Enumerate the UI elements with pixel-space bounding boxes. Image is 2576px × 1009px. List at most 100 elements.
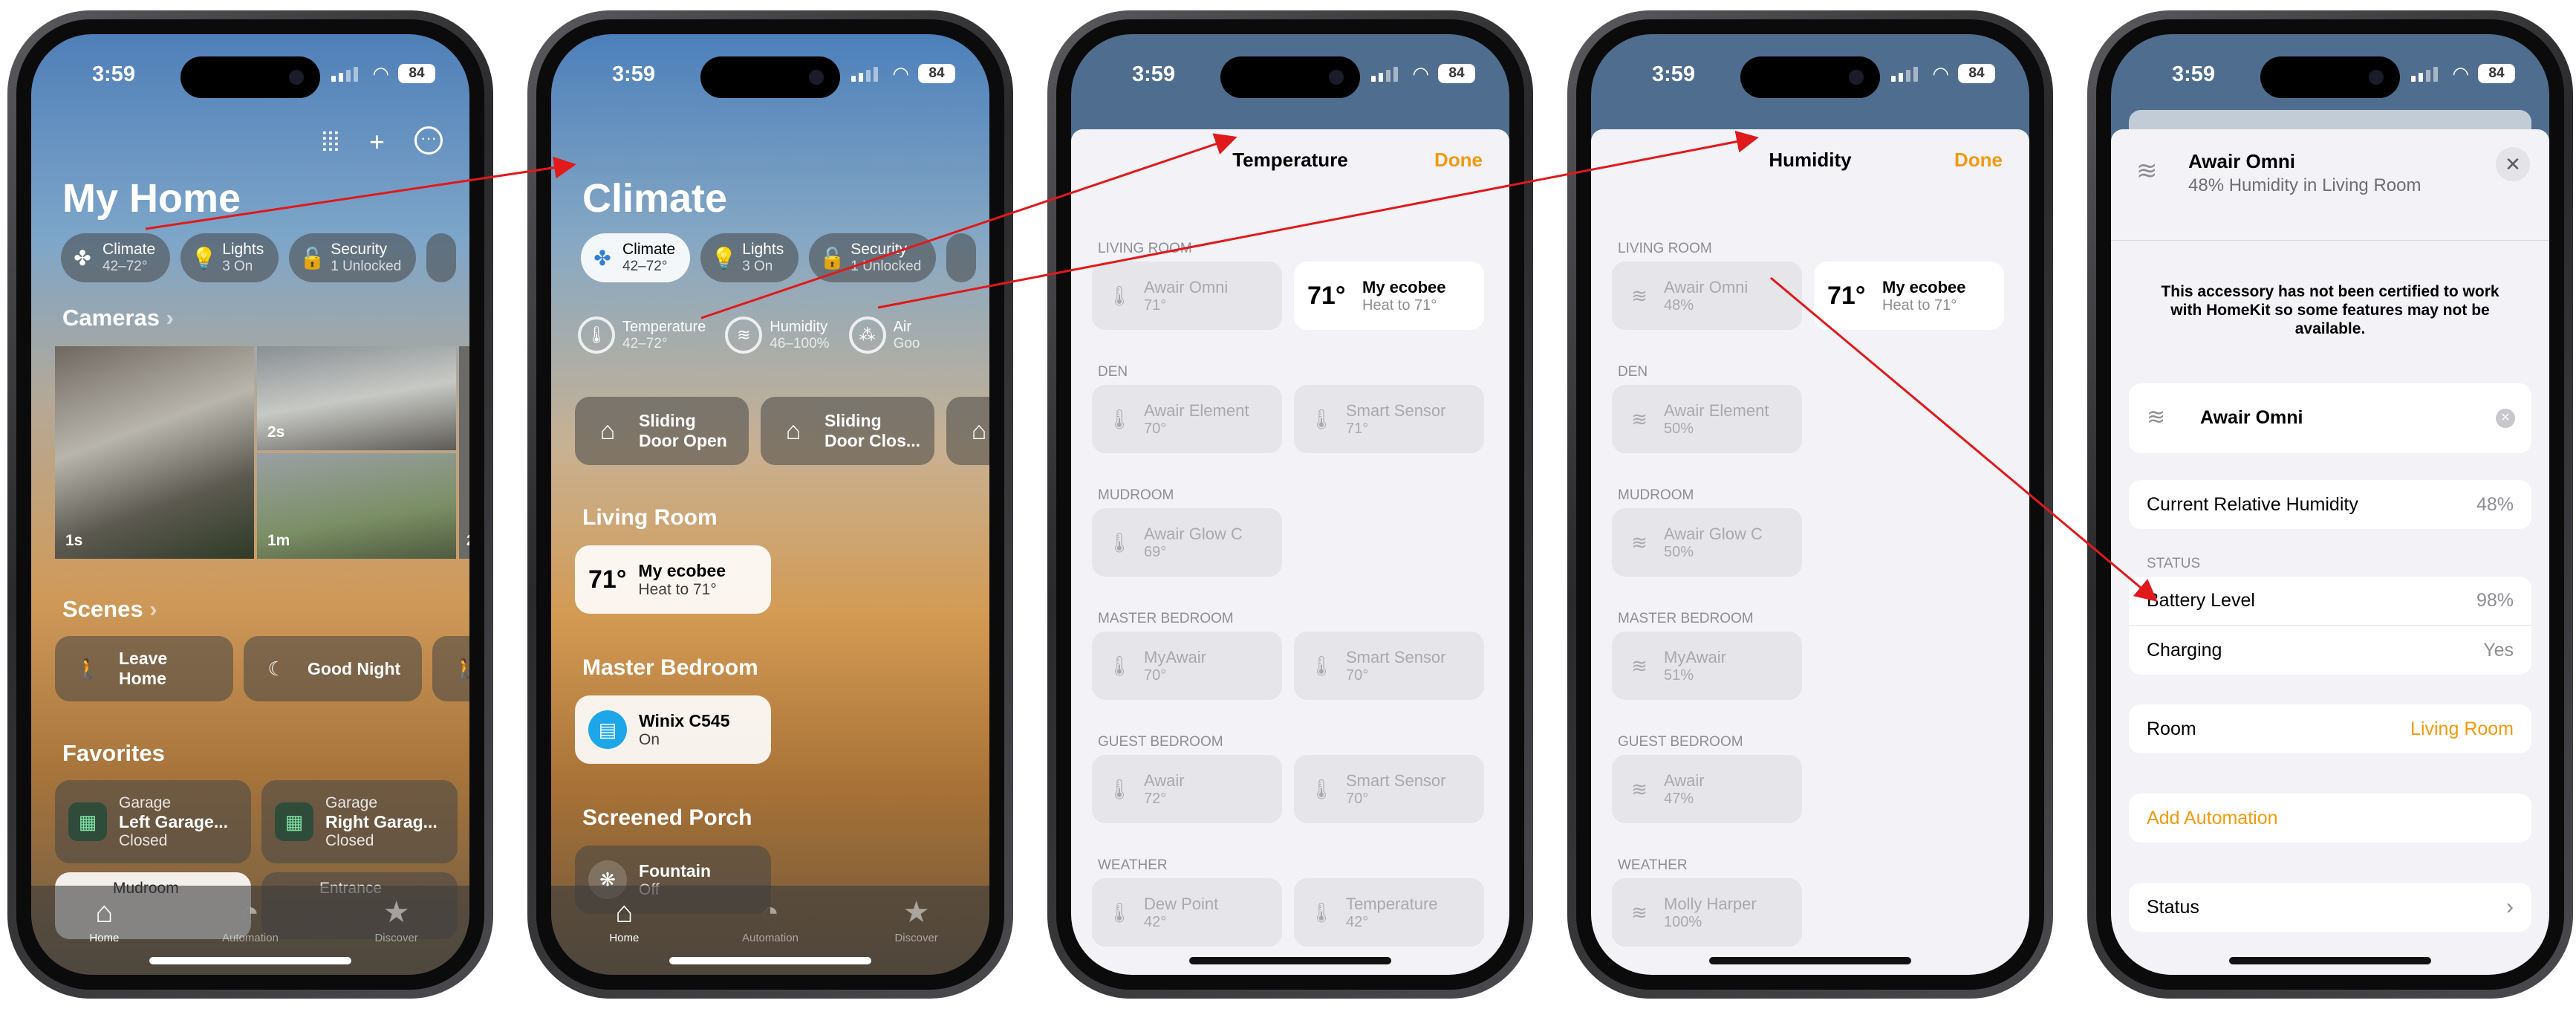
accessory-value: 48% [1664,296,1694,314]
accessory-name: Awair [1664,770,1705,790]
accessory-name-card[interactable]: ≋ Awair Omni ✕ [2129,383,2531,453]
camera-timestamp: 2s [267,424,285,441]
sensor-summary: 🌡 Temperature 42–72° ≋ Humidity 46–100% ⁂ Air… [578,317,920,354]
door-tile[interactable]: ⌂ Sliding Door Clos... [761,397,934,465]
tab-discover[interactable]: ★ Discover [345,896,449,975]
accessory-value: 50% [1664,420,1694,437]
accessory-tile[interactable]: 🌡 Awair 72° [1092,755,1282,823]
tab-home[interactable]: ⌂ Home [572,896,676,975]
camera-feed[interactable]: 2 [459,346,469,559]
thermometer-icon: 🌡 [1107,777,1132,800]
wifi-icon: ◠ [372,62,389,85]
room-header: Living Room [582,505,718,530]
done-button[interactable]: Done [1434,149,1483,172]
accessory-name-field[interactable]: Awair Omni [2200,407,2303,429]
accessory-text: Awair Element 50% [1664,401,1769,438]
clock-icon: ◔ [761,896,780,929]
cellular-icon [2411,67,2438,82]
chip-climate[interactable]: ✤ Climate 42–72° [61,233,171,282]
scenes-header[interactable]: Scenes › [62,596,157,623]
house-icon: ⌂ [95,896,114,929]
accessory-tile[interactable]: ≋ Awair Element 50% [1612,385,1802,453]
add-automation-button[interactable]: Add Automation [2129,794,2531,843]
chip-more[interactable] [946,233,977,282]
chip-lights[interactable]: 💡 Lights 3 On [700,233,799,282]
wifi-icon: ◠ [892,62,909,85]
waveform-icon[interactable]: ⦙⦙⦙ [322,126,339,158]
accessory-tile[interactable]: 🌡 MyAwair 70° [1092,632,1282,700]
accessory-tile[interactable]: 🌡 Smart Sensor 70° [1294,755,1484,823]
accessory-value: 42° [1144,913,1167,930]
room-section-header: WEATHER [1618,857,1688,873]
favorite-garage-left[interactable]: ▦ Garage Left Garage... Closed [55,780,251,863]
tab-label: Discover [374,932,418,944]
accessory-tile[interactable]: 🌡 Temperature 42° [1294,878,1484,947]
chip-more[interactable] [426,233,457,282]
room-row[interactable]: Room Living Room [2129,704,2531,753]
accessory-text: My ecobee Heat to 71° [1882,278,1966,314]
accessory-tile[interactable]: ≋ Awair Omni 48% [1612,262,1802,330]
accessory-tile[interactable]: ≋ Awair Glow C 50% [1612,508,1802,577]
ecobee-tile[interactable]: 71° My ecobee Heat to 71° [575,545,771,614]
accessory-text: Smart Sensor 70° [1346,771,1446,808]
scene-more[interactable]: 🚶 [432,636,469,701]
clear-icon[interactable]: ✕ [2496,409,2515,428]
accessory-tile[interactable]: 71° My ecobee Heat to 71° [1814,262,2004,330]
door-tile[interactable]: ⌂ Sliding Door Open [575,397,749,465]
accessory-tile[interactable]: 71° My ecobee Heat to 71° [1294,262,1484,330]
close-icon[interactable]: ✕ [2496,147,2530,181]
walk-icon: 🚶 [75,657,100,680]
battery-row: Battery Level 98% [2129,577,2531,626]
chevron-right-icon: › [166,305,174,331]
accessory-tile[interactable]: 🌡 Smart Sensor 71° [1294,385,1484,453]
thermometer-icon: 🌡 [1107,284,1132,307]
sensor-label: Humidity [770,318,828,335]
tab-home[interactable]: ⌂ Home [52,896,156,975]
wifi-icon: ◠ [1412,62,1429,85]
accessory-name: My ecobee [1362,277,1446,296]
camera-feed[interactable]: 2s [257,346,456,450]
accessory-tile[interactable]: ≋ Awair 47% [1612,755,1802,823]
scene-leave-home[interactable]: 🚶 Leave Home [55,636,233,701]
accessory-tile[interactable]: 🌡 Dew Point 42° [1092,878,1282,947]
thermometer-icon: 🌡 [1107,531,1132,554]
more-icon[interactable]: ··· [414,126,443,155]
sensor-humidity[interactable]: ≋ Humidity 46–100% [725,317,830,354]
accessory-tile[interactable]: 🌡 Awair Omni 71° [1092,262,1282,330]
chip-label: Climate [622,241,676,258]
scene-good-night[interactable]: ☾ Good Night [244,636,422,701]
camera-feed[interactable]: 1m [257,453,456,559]
chip-security[interactable]: 🔓 Security 1 Unlocked [289,233,417,282]
favorite-garage-right[interactable]: ▦ Garage Right Garag... Closed [261,780,458,863]
accessory-name: Smart Sensor [1346,647,1446,666]
accessory-tile[interactable]: ≋ MyAwair 51% [1612,632,1802,700]
status-link-card[interactable]: Status › [2129,883,2531,932]
accessory-name: Awair Omni [1144,277,1229,296]
chip-security[interactable]: 🔓 Security 1 Unlocked [809,233,937,282]
camera-feed[interactable]: 1s [55,346,254,559]
room-section-header: GUEST BEDROOM [1098,734,1223,750]
accessory-tile[interactable]: ≋ Molly Harper 100% [1612,878,1802,947]
room-header: Screened Porch [582,805,752,830]
cameras-header[interactable]: Cameras › [62,305,174,331]
tab-discover[interactable]: ★ Discover [865,896,969,975]
add-automation-card[interactable]: Add Automation [2129,794,2531,843]
accessory-tile[interactable]: 🌡 Awair Glow C 69° [1092,508,1282,577]
chip-climate[interactable]: ✤ Climate 42–72° [581,233,691,282]
done-button[interactable]: Done [1954,149,2003,172]
status-time: 3:59 [612,62,656,86]
accessory-tile[interactable]: 🌡 Awair Element 70° [1092,385,1282,453]
add-icon[interactable]: + [369,126,385,158]
battery-icon: 84 [1438,64,1475,83]
sensor-label: Temperature [622,318,706,335]
room-card[interactable]: Room Living Room [2129,704,2531,753]
chip-lights[interactable]: 💡 Lights 3 On [180,233,279,282]
accessory-tile[interactable]: 🌡 Smart Sensor 70° [1294,632,1484,700]
status-time: 3:59 [2172,62,2216,86]
sensor-temperature[interactable]: 🌡 Temperature 42–72° [578,317,706,354]
door-tile[interactable]: ⌂ [946,397,989,465]
status-row[interactable]: Status › [2129,883,2531,932]
accessory-text: Awair 72° [1144,771,1185,808]
sensor-air[interactable]: ⁂ Air Goo [848,317,920,354]
winix-tile[interactable]: ▤ Winix C545 On [575,695,771,764]
